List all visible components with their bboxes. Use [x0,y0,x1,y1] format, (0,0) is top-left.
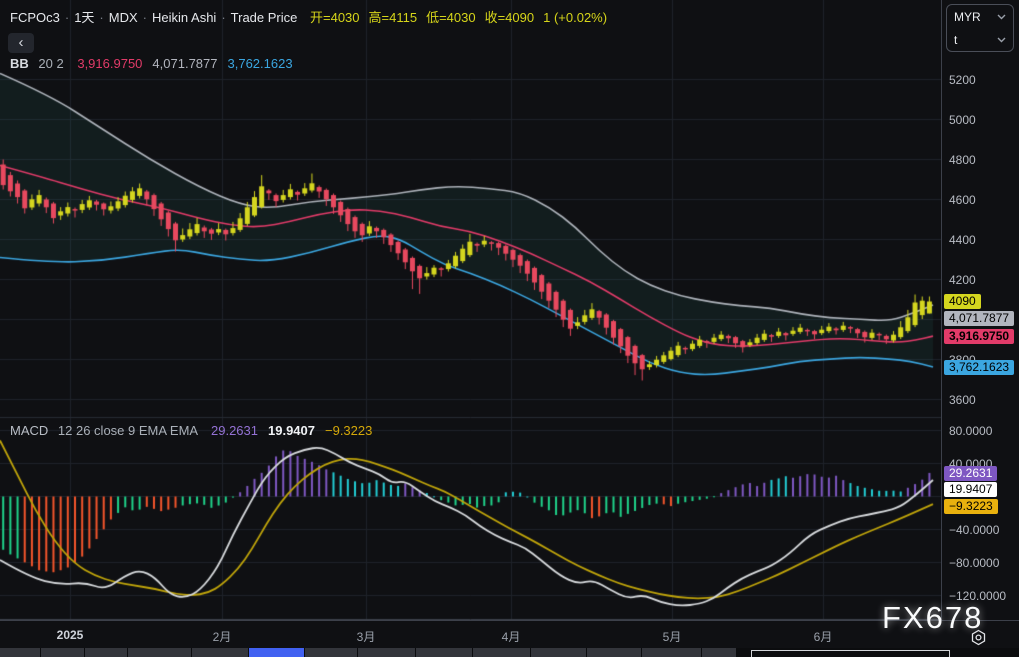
bb-legend-title: BB [10,56,29,71]
macd-badge: 29.2631 [944,466,997,481]
legend-value: 3,762.1623 [228,56,293,71]
price-tick: 4800 [949,153,976,167]
time-label: 4月 [502,628,521,645]
macd-badge: 19.9407 [944,482,997,497]
legend-value: −9.3223 [325,423,372,438]
symbol-part[interactable]: FCPOc3 [10,10,60,25]
ohlc-field: 低=4030 [426,10,476,25]
separator: · [99,10,103,25]
chevron-left-icon: ‹ [19,34,24,51]
legend-value: 29.2631 [211,423,258,438]
time-axis[interactable]: 2025 2月 3月 4月 5月 6月 [0,620,1019,649]
macd-tick: −40.0000 [949,523,999,537]
macd-tick: −80.0000 [949,556,999,570]
taskbar-window-box[interactable] [751,650,950,657]
time-label: 2月 [213,628,232,645]
taskbar-segment[interactable] [416,648,472,657]
price-chart-canvas[interactable] [0,0,941,620]
symbol-part[interactable]: Trade Price [231,10,298,25]
price-tick: 3600 [949,393,976,407]
symbol-part[interactable]: MDX [109,10,138,25]
price-badge: 3,762.1623 [944,360,1014,375]
separator: · [143,10,147,25]
taskbar-segment[interactable] [0,648,40,657]
bb-legend-params: 20 2 [38,56,63,71]
symbol-description[interactable]: FCPOc3 · 1天 · MDX · Heikin Ashi · Trade Price [10,10,297,25]
legend-value: 19.9407 [268,423,315,438]
chevron-down-icon [997,14,1006,20]
macd-legend-title: MACD [10,423,48,438]
taskbar-segment[interactable] [41,648,84,657]
price-badge: 4,071.7877 [944,311,1014,326]
symbol-info-bar: FCPOc3 · 1天 · MDX · Heikin Ashi · Trade Price 开=… [10,7,607,26]
legend-value: 4,071.7877 [152,56,217,71]
separator: · [65,10,69,25]
taskbar-segment[interactable] [358,648,415,657]
ohlc-field: 高=4115 [369,10,418,25]
price-axis[interactable]: 5200500048004600440042003800360080.00004… [941,0,1019,648]
price-tick: 4200 [949,273,976,287]
price-tick: 4400 [949,233,976,247]
price-badge: 3,916.9750 [944,329,1014,344]
trading-chart-app: FCPOc3 · 1天 · MDX · Heikin Ashi · Trade Price 开=… [0,0,1019,657]
taskbar-segment[interactable] [305,648,357,657]
bollinger-legend[interactable]: BB 20 2 3,916.9750 4,071.7877 3,762.1623 [10,56,293,71]
price-tick: 5200 [949,73,976,87]
chevron-down-icon [997,37,1006,43]
taskbar-segment[interactable] [473,648,530,657]
ohlc-field: 1 (+0.02%) [543,10,607,25]
bottom-taskbar-strip [0,648,1019,657]
macd-badge: −9.3223 [944,499,998,514]
price-badge: 4090 [944,294,981,309]
time-label: 3月 [357,628,376,645]
time-label: 2025 [57,628,84,642]
taskbar-segment[interactable] [531,648,586,657]
time-label: 6月 [814,628,833,645]
macd-legend-values: 29.2631 19.9407 −9.3223 [201,423,372,438]
axis-unit-controls: MYR t [946,4,1014,52]
taskbar-segment[interactable] [85,648,127,657]
currency-value: MYR [954,10,981,24]
taskbar-segment[interactable] [702,648,736,657]
symbol-part[interactable]: 1天 [74,10,94,25]
price-tick: 5000 [949,113,976,127]
macd-legend-params: 12 26 close 9 EMA EMA [58,423,197,438]
separator: · [221,10,225,25]
ohlc-field: 开=4030 [310,10,360,25]
currency-dropdown[interactable]: MYR [947,5,1013,28]
unit-value: t [954,33,957,47]
time-label: 5月 [663,628,682,645]
taskbar-segment[interactable] [192,648,248,657]
taskbar-segment[interactable] [642,648,701,657]
fx678-watermark: FX678 [882,600,983,636]
ohlc-values: 开=4030 高=4115 低=4030 收=4090 1 (+0.02%) [301,10,607,25]
macd-tick: 80.0000 [949,424,992,438]
taskbar-segment[interactable] [128,648,191,657]
unit-dropdown[interactable]: t [947,28,1013,51]
ohlc-field: 收=4090 [485,10,535,25]
taskbar-segment[interactable] [587,648,641,657]
symbol-part[interactable]: Heikin Ashi [152,10,216,25]
back-button[interactable]: ‹ [8,33,34,53]
macd-legend[interactable]: MACD 12 26 close 9 EMA EMA 29.2631 19.940… [10,423,372,438]
taskbar-segment-active[interactable] [249,648,304,657]
bb-legend-values: 3,916.9750 4,071.7877 3,762.1623 [67,56,292,71]
price-tick: 4600 [949,193,976,207]
legend-value: 3,916.9750 [77,56,142,71]
